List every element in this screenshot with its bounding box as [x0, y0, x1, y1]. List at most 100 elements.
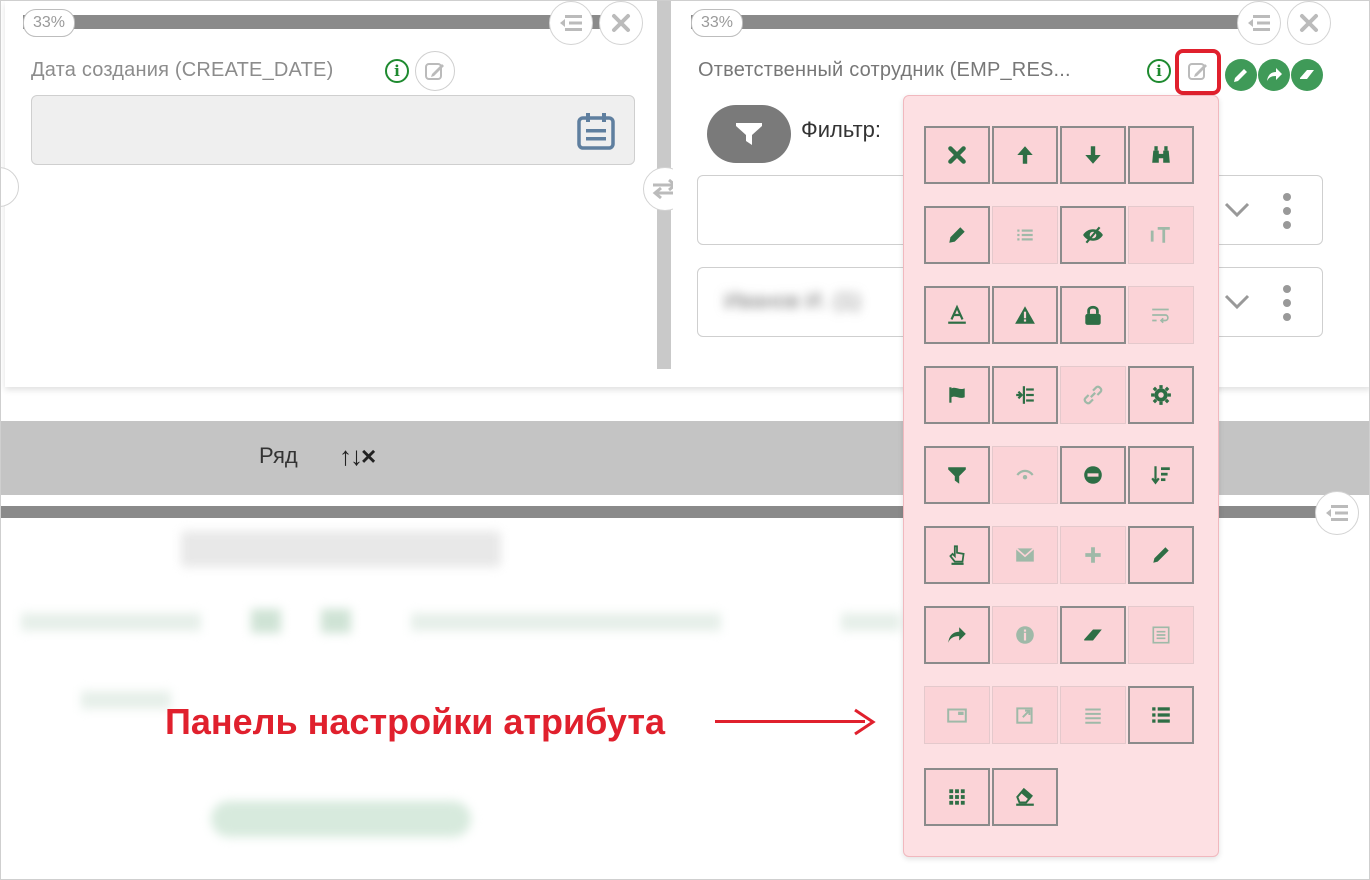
close-column-button[interactable]	[1287, 1, 1331, 45]
share-icon	[1267, 68, 1282, 81]
blurred-content	[211, 801, 471, 837]
pencil-icon	[949, 227, 965, 243]
link-icon	[1083, 385, 1103, 405]
blurred-content	[81, 691, 171, 709]
panel-button-grid[interactable]	[924, 768, 990, 826]
panel-button-sort[interactable]	[1128, 446, 1194, 504]
text-size-icon	[1150, 227, 1170, 243]
panel-button-external-link[interactable]	[992, 686, 1058, 744]
lower-collapse-button[interactable]	[1315, 491, 1359, 535]
eraser-icon	[1300, 70, 1314, 79]
list-bullets-icon	[1152, 707, 1170, 723]
edit-attribute-button[interactable]	[415, 51, 455, 91]
filter-icon	[948, 467, 966, 484]
move-down-icon	[1085, 146, 1101, 164]
column-resize-bar[interactable]	[23, 15, 603, 29]
panel-button-binoculars[interactable]	[1128, 126, 1194, 184]
list-indent-icon	[1248, 15, 1270, 31]
panel-button-lock[interactable]	[1060, 286, 1126, 344]
eraser-icon	[1084, 629, 1102, 641]
chevron-down-icon[interactable]	[1224, 294, 1250, 310]
field-label: Дата создания (CREATE_DATE)	[31, 59, 334, 81]
eraser-action-button[interactable]	[1291, 59, 1323, 91]
swap-button-left[interactable]	[1, 167, 19, 207]
panel-button-envelope[interactable]	[992, 526, 1058, 584]
external-link-icon	[1016, 707, 1033, 724]
date-input[interactable]	[31, 95, 635, 165]
blurred-content	[411, 613, 721, 631]
panel-button-minus-circle[interactable]	[1060, 446, 1126, 504]
panel-button-info-circle[interactable]	[992, 606, 1058, 664]
grid-icon	[949, 789, 965, 805]
lock-icon	[1085, 305, 1101, 325]
arrow-head	[854, 708, 876, 736]
panel-button-wrap-text[interactable]	[1128, 286, 1194, 344]
delete-icon	[948, 146, 966, 164]
pencil-action-button[interactable]	[1225, 59, 1257, 91]
panel-button-plus[interactable]	[1060, 526, 1126, 584]
panel-button-list[interactable]	[992, 206, 1058, 264]
highlight-frame	[1175, 49, 1221, 95]
panel-button-share[interactable]	[924, 606, 990, 664]
flag-icon	[949, 387, 965, 403]
panel-button-flag[interactable]	[924, 366, 990, 424]
blurred-content	[251, 609, 281, 633]
panel-button-indent[interactable]	[992, 366, 1058, 424]
panel-button-link[interactable]	[1060, 366, 1126, 424]
filter-label: Фильтр:	[801, 117, 882, 142]
panel-button-list-lines[interactable]	[1060, 686, 1126, 744]
list-indent-icon	[1326, 505, 1348, 521]
panel-button-delete[interactable]	[924, 126, 990, 184]
calendar-icon[interactable]	[576, 112, 616, 150]
card-icon	[947, 708, 967, 723]
panel-button-text-size[interactable]	[1128, 206, 1194, 264]
close-column-button[interactable]	[599, 1, 643, 45]
panel-button-eraser[interactable]	[1060, 606, 1126, 664]
info-icon[interactable]: i	[1147, 59, 1171, 83]
wrap-text-icon	[1152, 308, 1169, 324]
edit-icon	[425, 63, 444, 80]
left-column: 33% Дата создания (CREATE_DATE) i	[1, 1, 653, 369]
clear-icon	[1016, 787, 1034, 806]
row-label: Ряд	[259, 443, 298, 468]
panel-button-move-down[interactable]	[1060, 126, 1126, 184]
filter-icon	[736, 123, 762, 145]
panel-button-gear[interactable]	[1128, 366, 1194, 424]
panel-button-wifi-eye[interactable]	[992, 446, 1058, 504]
warning-icon	[1015, 306, 1035, 324]
info-circle-icon	[1016, 626, 1034, 644]
attribute-settings-panel	[903, 95, 1219, 857]
indent-icon	[1016, 386, 1034, 404]
panel-button-pencil[interactable]	[924, 206, 990, 264]
more-vertical-icon[interactable]	[1282, 192, 1292, 230]
row-move-delete-controls[interactable]: ↑↓×	[339, 441, 376, 472]
panel-button-hidden-eye[interactable]	[1060, 206, 1126, 264]
minus-circle-icon	[1084, 466, 1102, 484]
binoculars-icon	[1152, 146, 1170, 163]
wifi-eye-icon	[1016, 469, 1034, 480]
close-icon	[612, 14, 630, 32]
panel-button-move-up[interactable]	[992, 126, 1058, 184]
panel-button-filter[interactable]	[924, 446, 990, 504]
panel-button-list-bullets[interactable]	[1128, 686, 1194, 744]
form-icon	[1152, 626, 1170, 644]
collapse-button[interactable]	[1237, 1, 1281, 45]
panel-button-card[interactable]	[924, 686, 990, 744]
filter-toggle[interactable]	[707, 105, 791, 163]
panel-button-form[interactable]	[1128, 606, 1194, 664]
more-vertical-icon[interactable]	[1282, 284, 1292, 322]
pointer-icon	[949, 545, 965, 565]
panel-button-font-color[interactable]	[924, 286, 990, 344]
collapse-button[interactable]	[549, 1, 593, 45]
chevron-down-icon[interactable]	[1224, 202, 1250, 218]
close-icon	[1300, 14, 1318, 32]
panel-button-warning[interactable]	[992, 286, 1058, 344]
info-icon[interactable]: i	[385, 59, 409, 83]
share-action-button[interactable]	[1258, 59, 1290, 91]
callout-arrow	[715, 720, 865, 723]
panel-button-clear[interactable]	[992, 768, 1058, 826]
column-resize-bar[interactable]	[691, 15, 1261, 29]
panel-button-pencil-alt[interactable]	[1128, 526, 1194, 584]
list-lines-icon	[1085, 708, 1101, 724]
panel-button-pointer[interactable]	[924, 526, 990, 584]
